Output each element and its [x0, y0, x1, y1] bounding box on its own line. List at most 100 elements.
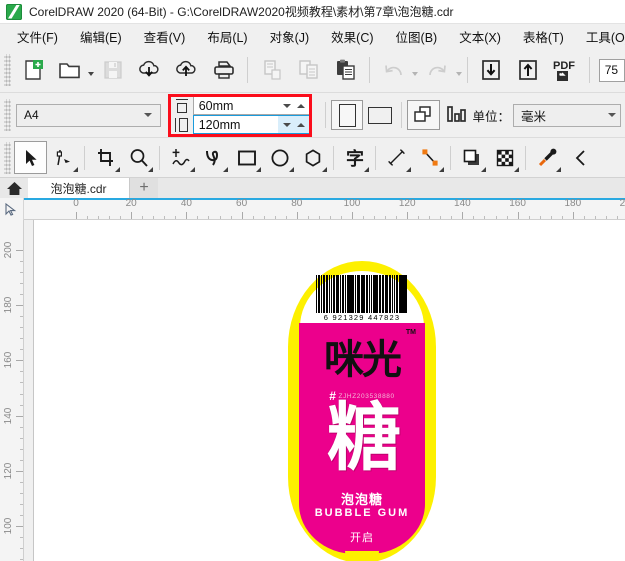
eyedropper-icon: [538, 148, 556, 166]
drawing-canvas[interactable]: 6 921329 447823 TM 咪光 # ZJHZ203538880 糖 泡…: [24, 220, 625, 561]
freehand-tool[interactable]: [164, 141, 197, 174]
ruler-tick: [285, 216, 287, 219]
ruler-tick: [186, 212, 188, 219]
zoom-level-input[interactable]: 75: [598, 58, 625, 82]
copy-button: [290, 52, 327, 89]
page-height-input[interactable]: [193, 116, 278, 133]
ruler-tick: [550, 216, 552, 219]
menu-text[interactable]: 文本(X): [448, 24, 512, 49]
ruler-tick: [208, 216, 210, 219]
spin-down-icon[interactable]: [282, 103, 291, 108]
ruler-tick: [484, 216, 486, 219]
zoom-tool[interactable]: [122, 141, 155, 174]
horizontal-ruler[interactable]: 0 20 40 60 80 100 120 140 160 180 200: [24, 198, 625, 220]
barcode-bar: [389, 275, 392, 313]
connector-tool[interactable]: [413, 141, 446, 174]
menu-effects[interactable]: 效果(C): [320, 24, 384, 49]
ruler-tick: [418, 216, 420, 219]
polygon-icon: [305, 148, 320, 167]
current-page-icon: [447, 106, 466, 122]
cloud-download-button[interactable]: [131, 52, 168, 89]
ruler-origin-button[interactable]: [0, 198, 24, 220]
rectangle-tool[interactable]: [230, 141, 263, 174]
fill-arrow-icon: [575, 149, 585, 166]
document-page[interactable]: 6 921329 447823 TM 咪光 # ZJHZ203538880 糖 泡…: [33, 220, 625, 561]
ruler-tick: [517, 212, 519, 219]
text-character-icon: 字: [346, 148, 364, 169]
ruler-tick: [16, 415, 23, 417]
toolbar-separator: [247, 57, 249, 83]
import-button[interactable]: [473, 52, 510, 89]
toolbox-separator: [375, 145, 376, 170]
publish-pdf-button[interactable]: PDF: [547, 52, 584, 89]
print-button[interactable]: [205, 52, 242, 89]
bubble-gum-label-artwork[interactable]: 6 921329 447823 TM 咪光 # ZJHZ203538880 糖 泡…: [288, 261, 436, 561]
menu-tools[interactable]: 工具(O): [575, 24, 625, 49]
current-page-button[interactable]: [440, 100, 473, 130]
color-eyedropper-tool[interactable]: [530, 141, 563, 174]
dimension-tool[interactable]: [380, 141, 413, 174]
toolbox-separator: [333, 145, 334, 170]
page-width-spin-buttons[interactable]: [278, 97, 310, 114]
interactive-fill-tool[interactable]: [563, 141, 596, 174]
ruler-label: 180: [3, 296, 15, 314]
artistic-media-tool[interactable]: [197, 141, 230, 174]
page-height-spin-buttons[interactable]: [277, 116, 310, 133]
units-dropdown[interactable]: 毫米: [513, 103, 621, 127]
ruler-tick: [307, 216, 309, 219]
ellipse-tool[interactable]: [263, 141, 296, 174]
paste-button[interactable]: [327, 52, 364, 89]
toolbox-separator: [525, 145, 526, 170]
menu-layout[interactable]: 布局(L): [196, 24, 258, 49]
subtitle-chinese: 泡泡糖: [340, 492, 383, 507]
ruler-tick: [20, 338, 23, 340]
drop-shadow-tool[interactable]: [455, 141, 488, 174]
barcode-bar: [348, 275, 351, 313]
pick-tool[interactable]: [14, 141, 47, 174]
all-pages-button[interactable]: [407, 100, 440, 130]
undo-arrow-icon: [384, 65, 402, 76]
open-document-button[interactable]: [51, 52, 88, 89]
chevron-down-icon: [143, 113, 152, 117]
add-page-button[interactable]: +: [130, 178, 158, 198]
menu-object[interactable]: 对象(J): [259, 24, 321, 49]
menu-edit[interactable]: 编辑(E): [69, 24, 133, 49]
polygon-tool[interactable]: [296, 141, 329, 174]
toolbox-drag-handle[interactable]: [4, 141, 11, 174]
shape-tool[interactable]: [47, 141, 80, 174]
page-width-spinner[interactable]: [192, 96, 311, 115]
toolbar-drag-handle[interactable]: [4, 54, 11, 86]
vertical-ruler[interactable]: 200 180 160 140 120 100: [0, 220, 24, 561]
propertybar-drag-handle[interactable]: [4, 99, 11, 131]
export-button[interactable]: [510, 52, 547, 89]
page-height-spinner[interactable]: [192, 115, 311, 134]
spin-up-icon[interactable]: [296, 103, 305, 108]
ruler-tick: [263, 216, 265, 219]
document-tab[interactable]: 泡泡糖.cdr: [28, 178, 130, 198]
crop-tool[interactable]: [89, 141, 122, 174]
menu-file[interactable]: 文件(F): [6, 24, 69, 49]
paper-size-dropdown[interactable]: A4: [16, 103, 161, 127]
crop-icon: [97, 148, 113, 166]
magnifier-icon: [130, 148, 148, 167]
menu-view[interactable]: 查看(V): [133, 24, 197, 49]
transparency-tool[interactable]: [488, 141, 521, 174]
cloud-upload-button[interactable]: [168, 52, 205, 89]
new-document-button[interactable]: [14, 52, 51, 89]
text-tool[interactable]: 字: [338, 141, 371, 174]
ruler-tick: [20, 371, 23, 373]
spin-down-icon[interactable]: [282, 122, 291, 127]
spin-up-icon[interactable]: [296, 122, 305, 127]
toolbox: 字: [0, 138, 625, 178]
portrait-orientation-button[interactable]: [330, 100, 364, 130]
ruler-label: 160: [3, 352, 15, 369]
landscape-orientation-button[interactable]: [363, 100, 396, 130]
page-width-input[interactable]: [193, 97, 278, 114]
barcode-bar: [366, 275, 369, 313]
toolbar-separator: [466, 57, 468, 83]
menu-bitmap[interactable]: 位图(B): [385, 24, 449, 49]
propertybar-separator: [324, 102, 326, 128]
ruler-tick: [16, 360, 23, 362]
menu-table[interactable]: 表格(T): [512, 24, 575, 49]
home-button[interactable]: [0, 178, 28, 198]
